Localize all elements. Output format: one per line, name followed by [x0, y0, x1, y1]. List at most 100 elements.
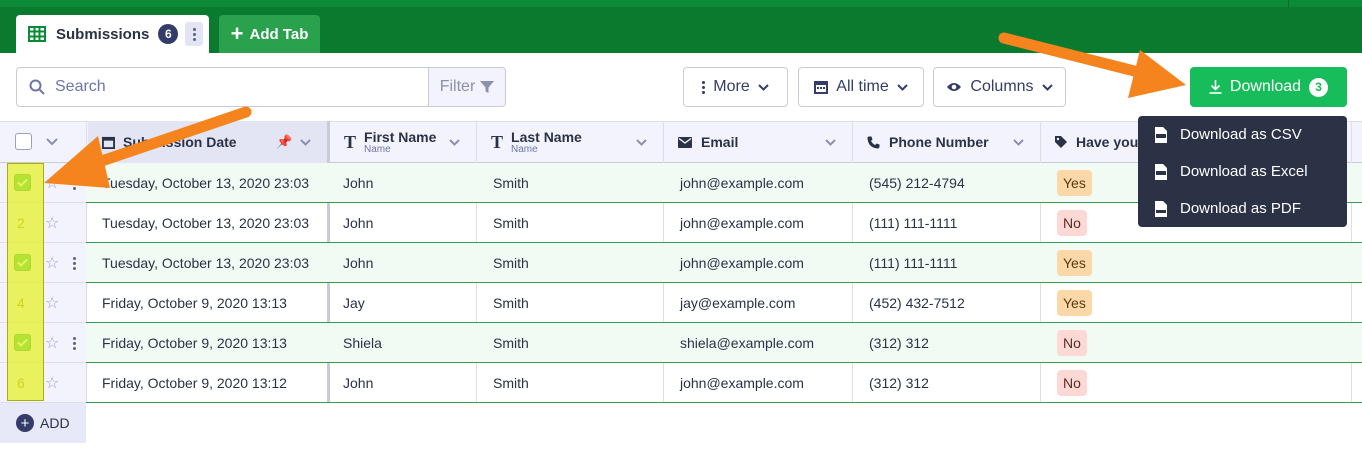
download-csv-label: Download as CSV	[1180, 126, 1302, 143]
cell-last-name: Smith	[493, 175, 529, 191]
time-range-dropdown[interactable]: All time	[798, 67, 924, 107]
eye-icon	[947, 83, 962, 91]
cell-submission-date: Friday, October 9, 2020 13:13	[102, 335, 287, 351]
submissions-page: Submissions 6 + Add Tab Filter More	[0, 0, 1362, 449]
add-tab-button[interactable]: + Add Tab	[219, 15, 320, 53]
column-title: First Name	[364, 128, 437, 145]
answer-badge: No	[1057, 370, 1087, 396]
download-pdf-item[interactable]: Download as PDF	[1138, 190, 1347, 227]
download-excel-item[interactable]: Download as Excel	[1138, 153, 1347, 190]
top-bar-divider	[1288, 0, 1289, 7]
row-options-icon[interactable]	[73, 257, 77, 270]
column-header-first-name[interactable]: T First Name Name	[330, 121, 476, 163]
tab-submissions[interactable]: Submissions 6	[16, 15, 209, 53]
cell-email: john@example.com	[680, 215, 804, 231]
cell-first-name: John	[343, 255, 374, 271]
star-icon[interactable]: ☆	[45, 173, 59, 193]
answer-badge: Yes	[1057, 290, 1092, 316]
chevron-down-icon[interactable]	[46, 138, 58, 146]
cell-email: john@example.com	[680, 255, 804, 271]
cell-have-you: No	[1057, 363, 1087, 403]
search-box	[16, 67, 429, 107]
download-label: Download	[1229, 78, 1302, 95]
pin-icon[interactable]: 📌	[276, 134, 292, 150]
chevron-down-icon[interactable]	[825, 138, 836, 146]
chevron-down-icon[interactable]	[300, 138, 311, 146]
chevron-down-icon[interactable]	[1013, 138, 1024, 146]
cell-have-you: Yes	[1057, 243, 1092, 283]
search-input[interactable]	[55, 78, 415, 96]
row-options-icon[interactable]	[73, 337, 77, 350]
add-submission-button[interactable]: + ADD	[0, 403, 86, 443]
download-csv-item[interactable]: Download as CSV	[1138, 116, 1347, 153]
answer-badge: Yes	[1057, 170, 1092, 196]
select-all-checkbox[interactable]	[15, 133, 32, 150]
cell-phone-number: (545) 212-4794	[869, 175, 965, 191]
filter-label: Filter	[439, 78, 476, 95]
cell-phone-number: (111) 111-1111	[869, 255, 958, 271]
add-label: ADD	[40, 415, 70, 431]
calendar-icon	[102, 136, 115, 149]
row-options-icon[interactable]	[73, 177, 77, 190]
column-header-submission-date[interactable]: Submission Date 📌	[88, 121, 328, 163]
cell-last-name: Smith	[493, 375, 529, 391]
star-icon[interactable]: ☆	[45, 333, 59, 353]
column-title: Have you	[1076, 133, 1139, 150]
cell-submission-date: Tuesday, October 13, 2020 23:03	[102, 255, 310, 271]
cell-first-name: John	[343, 375, 374, 391]
download-excel-label: Download as Excel	[1180, 163, 1308, 180]
cell-email: john@example.com	[680, 375, 804, 391]
cell-have-you: No	[1057, 203, 1087, 243]
pdf-file-icon	[1155, 200, 1167, 217]
cell-have-you: No	[1057, 323, 1087, 363]
tab-options-icon[interactable]	[185, 22, 204, 46]
kebab-icon	[702, 80, 706, 94]
chevron-down-icon	[1041, 83, 1053, 91]
answer-badge: No	[1057, 210, 1087, 236]
add-tab-label: Add Tab	[249, 25, 309, 43]
cell-last-name: Smith	[493, 295, 529, 311]
plus-icon: +	[230, 21, 244, 46]
columns-button[interactable]: Columns	[933, 67, 1066, 107]
excel-file-icon	[1155, 163, 1167, 180]
column-header-last-name[interactable]: T Last Name Name	[477, 121, 663, 163]
chevron-down-icon[interactable]	[449, 138, 460, 146]
more-button[interactable]: More	[683, 67, 788, 107]
column-subtitle: Name	[364, 143, 391, 155]
column-subtitle: Name	[511, 143, 538, 155]
column-title: Submission Date	[123, 133, 237, 150]
text-type-icon: T	[344, 131, 357, 152]
star-icon[interactable]: ☆	[45, 373, 59, 393]
cell-submission-date: Friday, October 9, 2020 13:12	[102, 375, 287, 391]
column-title: Last Name	[511, 128, 582, 145]
column-title: Email	[701, 133, 739, 150]
star-icon[interactable]: ☆	[45, 213, 59, 233]
cell-first-name: Shiela	[343, 335, 382, 351]
more-label: More	[713, 78, 750, 95]
cell-phone-number: (312) 312	[869, 375, 929, 391]
calendar-icon	[814, 81, 829, 94]
chevron-down-icon	[897, 83, 908, 91]
column-header-phone-number[interactable]: Phone Number	[853, 121, 1040, 163]
cell-phone-number: (111) 111-1111	[869, 215, 958, 231]
filter-button[interactable]: Filter	[428, 67, 506, 107]
star-icon[interactable]: ☆	[45, 293, 59, 313]
cell-submission-date: Tuesday, October 13, 2020 23:03	[102, 175, 310, 191]
cell-email: john@example.com	[680, 175, 804, 191]
time-range-label: All time	[836, 78, 889, 95]
answer-badge: No	[1057, 330, 1087, 356]
cell-first-name: Jay	[343, 295, 365, 311]
cell-submission-date: Friday, October 9, 2020 13:13	[102, 295, 287, 311]
row-selection-highlight	[7, 163, 44, 401]
download-menu: Download as CSV Download as Excel Downlo…	[1138, 116, 1347, 227]
table-icon	[28, 26, 46, 42]
cell-phone-number: (452) 432-7512	[869, 295, 965, 311]
funnel-icon	[480, 81, 495, 93]
chevron-down-icon[interactable]	[636, 138, 647, 146]
cell-first-name: John	[343, 175, 374, 191]
download-button[interactable]: Download 3	[1190, 67, 1347, 107]
cell-email: jay@example.com	[680, 295, 796, 311]
star-icon[interactable]: ☆	[45, 253, 59, 273]
column-header-email[interactable]: Email	[664, 121, 852, 163]
envelope-icon	[678, 136, 692, 148]
